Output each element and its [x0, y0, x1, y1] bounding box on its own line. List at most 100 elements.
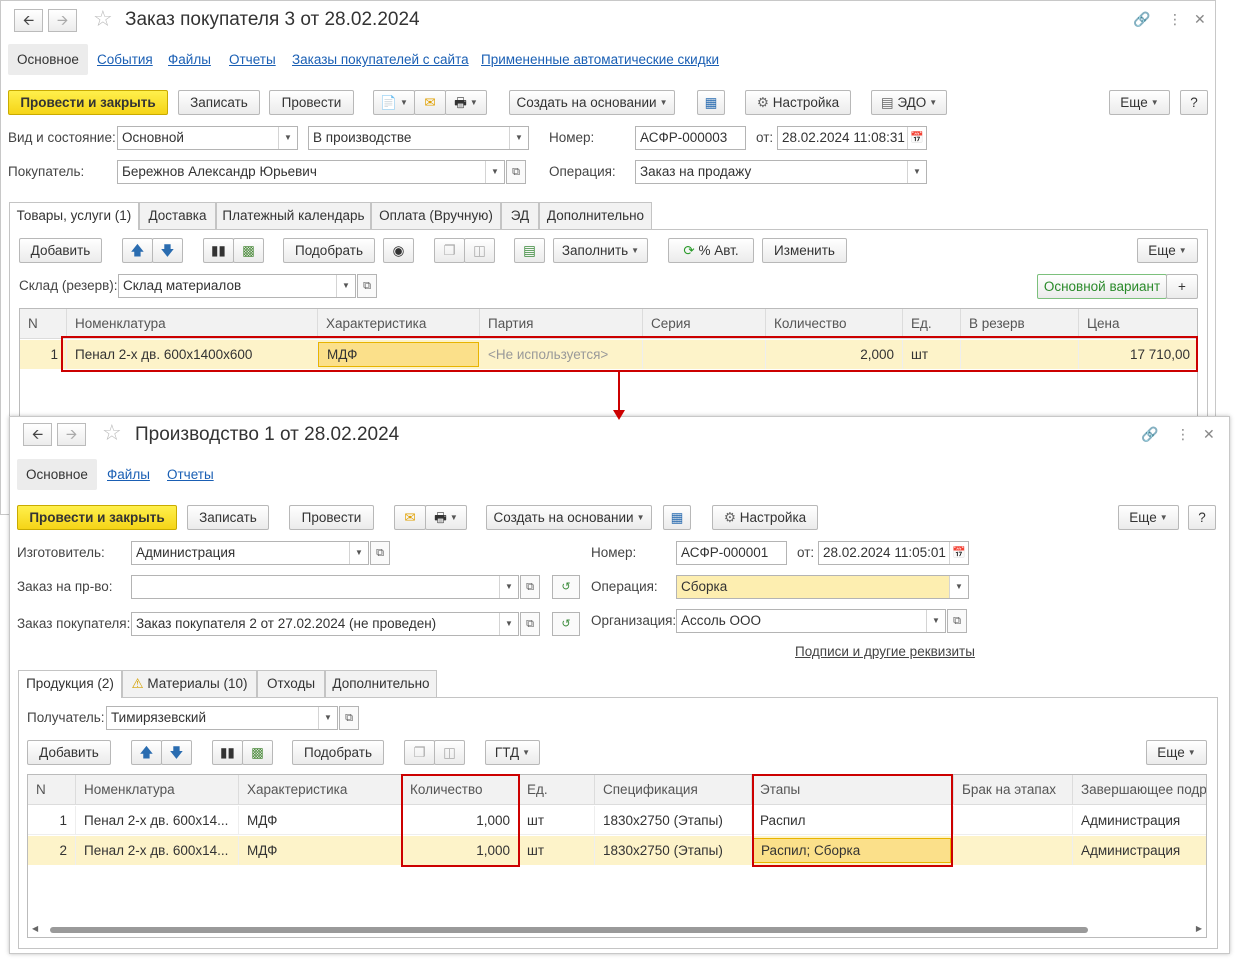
more-vertical-icon[interactable]: ⋮ [1168, 11, 1182, 27]
date-field[interactable]: 28.02.2024 11:08:31 📅 [777, 126, 927, 150]
fill-button[interactable]: Заполнить ▼ [553, 238, 648, 263]
scroll-left-icon[interactable]: ◀ [32, 924, 38, 933]
calendar-icon[interactable]: 📅 [907, 127, 926, 149]
table-button[interactable]: ▤ [514, 238, 545, 263]
col-header-price[interactable]: Цена [1079, 309, 1197, 339]
tab-delivery[interactable]: Доставка [139, 202, 216, 229]
dropdown-icon[interactable]: ▼ [349, 542, 368, 564]
link-icon[interactable]: 🔗 [1133, 11, 1150, 27]
add-variant-button[interactable]: + [1166, 274, 1198, 299]
warehouse-field[interactable]: Склад материалов ▼ [118, 274, 356, 298]
create-based-on-button[interactable]: Создать на основании ▼ [509, 90, 675, 115]
tab-goods-services[interactable]: Товары, услуги (1) [9, 202, 139, 230]
link-icon[interactable]: 🔗 [1141, 426, 1158, 442]
col-header-nomenclature[interactable]: Номенклатура [76, 775, 239, 805]
tab-products[interactable]: Продукция (2) [18, 670, 122, 698]
gtd-button[interactable]: ГТД ▼ [485, 740, 540, 765]
barcode-button[interactable]: ▮▮ [203, 238, 234, 263]
settings-button[interactable]: ⚙ Настройка [712, 505, 818, 530]
tab-files[interactable]: Файлы [98, 459, 159, 490]
production-order-field[interactable]: ▼ [131, 575, 519, 599]
help-button[interactable]: ? [1180, 90, 1208, 115]
open-organization-icon[interactable]: ⧉ [947, 609, 967, 633]
kind-select[interactable]: Основной ▼ [117, 126, 298, 150]
scrollbar-thumb[interactable] [50, 927, 1088, 933]
dropdown-icon[interactable]: ▼ [499, 576, 518, 598]
horizontal-scrollbar[interactable]: ◀ ▶ [28, 923, 1206, 937]
dropdown-icon[interactable]: ▼ [949, 576, 968, 598]
organization-field[interactable]: Ассоль ООО ▼ [676, 609, 946, 633]
structure-button[interactable]: ▦ [663, 505, 691, 530]
calendar-icon[interactable]: 📅 [949, 542, 968, 564]
dropdown-icon[interactable]: ▼ [499, 613, 518, 635]
forward-button[interactable]: 🡪 [48, 9, 77, 32]
post-button[interactable]: Провести [289, 505, 374, 530]
tab-additional[interactable]: Дополнительно [539, 202, 652, 229]
print-button[interactable]: 🖶 ▼ [425, 505, 467, 530]
buyer-order-field[interactable]: Заказ покупателя 2 от 27.02.2024 (не про… [131, 612, 519, 636]
close-icon[interactable]: ✕ [1194, 11, 1206, 27]
scanner-button[interactable]: ▩ [233, 238, 264, 263]
col-header-series[interactable]: Серия [643, 309, 766, 339]
signatures-link[interactable]: Подписи и другие реквизиты [795, 640, 975, 663]
pick-button[interactable]: Подобрать [283, 238, 375, 263]
main-variant-button[interactable]: Основной вариант [1037, 274, 1167, 299]
paste-button[interactable]: ◫ [434, 740, 465, 765]
tab-payment-calendar[interactable]: Платежный календарь [216, 202, 371, 229]
tab-files[interactable]: Файлы [159, 44, 220, 75]
save-button[interactable]: Записать [178, 90, 260, 115]
col-header-defects[interactable]: Брак на этапах [954, 775, 1073, 805]
tab-main[interactable]: Основное [17, 459, 97, 490]
col-header-unit[interactable]: Ед. [903, 309, 961, 339]
tab-additional[interactable]: Дополнительно [325, 670, 437, 697]
table-row[interactable]: 1 Пенал 2-х дв. 600х1400х600 МДФ <Не исп… [20, 340, 1197, 369]
barcode-button[interactable]: ▮▮ [212, 740, 243, 765]
tab-ed[interactable]: ЭД [501, 202, 539, 229]
open-buyer-order-icon[interactable]: ⧉ [520, 612, 540, 636]
auto-discount-button[interactable]: ⟳ % Авт. [668, 238, 754, 263]
col-header-n[interactable]: N [28, 775, 76, 805]
tab-payment-manual[interactable]: Оплата (Вручную) [371, 202, 501, 229]
buyer-field[interactable]: Бережнов Александр Юрьевич ▼ [117, 160, 505, 184]
fill-from-buyer-order-icon[interactable]: ↺ [552, 612, 580, 636]
structure-button[interactable]: ▦ [697, 90, 725, 115]
forward-button[interactable]: 🡪 [57, 423, 86, 446]
inner-more-button[interactable]: Еще ▼ [1146, 740, 1207, 765]
col-header-quantity[interactable]: Количество [766, 309, 903, 339]
change-button[interactable]: Изменить [762, 238, 847, 263]
tab-auto-discounts[interactable]: Примененные автоматические скидки [472, 44, 728, 75]
pick-button[interactable]: Подобрать [292, 740, 384, 765]
tab-waste[interactable]: Отходы [257, 670, 325, 697]
table-row[interactable]: 1 Пенал 2-х дв. 600х14... МДФ 1,000 шт 1… [28, 806, 1206, 835]
date-field[interactable]: 28.02.2024 11:05:01 📅 [818, 541, 969, 565]
fill-from-order-icon[interactable]: ↺ [552, 575, 580, 599]
back-button[interactable]: 🡨 [23, 423, 52, 446]
tab-reports[interactable]: Отчеты [220, 44, 285, 75]
col-header-reserve[interactable]: В резерв [961, 309, 1079, 339]
scanner-button[interactable]: ▩ [242, 740, 273, 765]
tab-events[interactable]: События [88, 44, 162, 75]
more-button[interactable]: Еще ▼ [1118, 505, 1179, 530]
tab-site-orders[interactable]: Заказы покупателей с сайта [283, 44, 478, 75]
tab-main[interactable]: Основное [8, 44, 88, 75]
copy-button[interactable]: ❐ [404, 740, 435, 765]
open-production-order-icon[interactable]: ⧉ [520, 575, 540, 599]
col-header-n[interactable]: N [20, 309, 67, 339]
open-recipient-icon[interactable]: ⧉ [339, 706, 359, 730]
recipient-field[interactable]: Тимирязевский ▼ [106, 706, 338, 730]
more-vertical-icon[interactable]: ⋮ [1176, 426, 1190, 442]
operation-select[interactable]: Заказ на продажу ▼ [635, 160, 927, 184]
move-up-button[interactable]: 🡅 [122, 238, 153, 263]
post-button[interactable]: Провести [269, 90, 354, 115]
help-button[interactable]: ? [1188, 505, 1216, 530]
operation-select[interactable]: Сборка ▼ [676, 575, 969, 599]
number-field[interactable]: АСФР-000001 [676, 541, 787, 565]
open-warehouse-icon[interactable]: ⧉ [357, 274, 377, 298]
col-header-characteristic[interactable]: Характеристика [318, 309, 480, 339]
dropdown-icon[interactable]: ▼ [926, 610, 945, 632]
post-and-close-button[interactable]: Провести и закрыть [17, 505, 177, 530]
col-header-stages[interactable]: Этапы [752, 775, 954, 805]
scroll-right-icon[interactable]: ▶ [1196, 924, 1202, 933]
favorite-star-icon[interactable]: ☆ [93, 8, 113, 30]
col-header-unit[interactable]: Ед. [519, 775, 595, 805]
